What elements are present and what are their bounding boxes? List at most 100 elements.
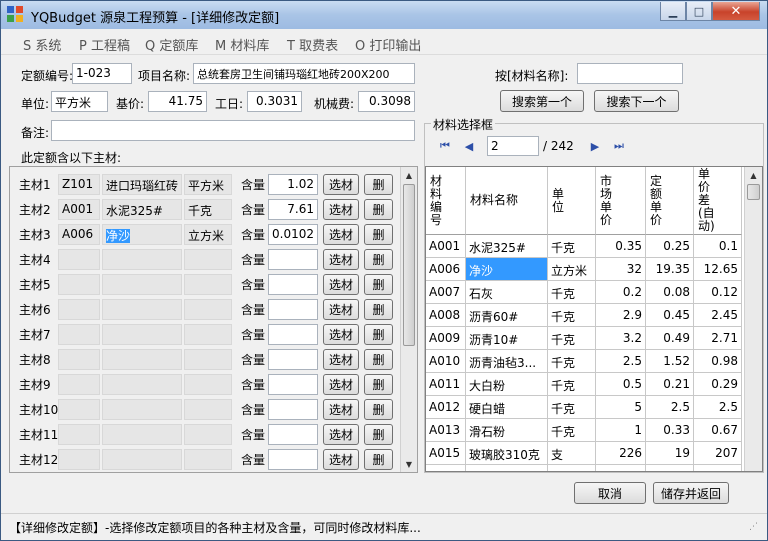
title-bar[interactable]: YQBudget 源泉工程预算 - [详细修改定额] ▁ □ ✕ (1, 1, 767, 29)
column-header-market-price[interactable]: 市场单价 (596, 167, 646, 235)
delete-material-button[interactable]: 删 (364, 299, 393, 320)
cell-market-price[interactable]: 2.5 (596, 350, 646, 373)
note-field[interactable] (51, 120, 415, 141)
cell-unit[interactable]: 支 (548, 442, 596, 465)
cell-quota-price[interactable] (646, 465, 694, 471)
menu-fee-table[interactable]: T 取费表 (287, 35, 338, 54)
pick-material-button[interactable]: 选材 (323, 349, 359, 370)
cell-market-price[interactable]: 1 (596, 419, 646, 442)
material-unit-field[interactable] (184, 299, 232, 320)
material-unit-field[interactable] (184, 399, 232, 420)
material-code-field[interactable]: A006 (58, 224, 100, 245)
cell-price-diff[interactable]: 2.45 (694, 304, 742, 327)
quantity-field[interactable]: 0.0102 (268, 224, 318, 245)
table-row[interactable]: A008 沥青60# 千克 2.9 0.45 2.45 (426, 304, 744, 327)
table-row[interactable]: A010 沥青油毡3... 千克 2.5 1.52 0.98 (426, 350, 744, 373)
cell-code[interactable]: A016 (426, 465, 466, 471)
unit-field[interactable]: 平方米 (51, 91, 108, 112)
resize-grip-icon[interactable]: ⋰ (749, 522, 758, 532)
cell-code[interactable]: A009 (426, 327, 466, 350)
material-code-field[interactable]: Z101 (58, 174, 100, 195)
cell-code[interactable]: A011 (426, 373, 466, 396)
column-header-price-diff[interactable]: 单价差(自动) (694, 167, 742, 235)
grid-scroll-up-icon[interactable]: ▲ (745, 167, 762, 183)
cancel-button[interactable]: 取消 (574, 482, 646, 504)
quantity-field[interactable] (268, 424, 318, 445)
material-name-field[interactable] (102, 449, 182, 470)
cell-name[interactable]: 滑石粉 (466, 419, 548, 442)
quantity-field[interactable] (268, 349, 318, 370)
material-unit-field[interactable]: 立方米 (184, 224, 232, 245)
quantity-field[interactable] (268, 249, 318, 270)
quantity-field[interactable] (268, 274, 318, 295)
close-icon[interactable]: ✕ (712, 2, 760, 21)
cell-name[interactable]: 净沙 (466, 258, 548, 281)
search-next-button[interactable]: 搜索下一个 (594, 90, 679, 112)
pick-material-button[interactable]: 选材 (323, 299, 359, 320)
save-and-return-button[interactable]: 储存并返回 (653, 482, 729, 504)
table-row[interactable]: A013 滑石粉 千克 1 0.33 0.67 (426, 419, 744, 442)
cell-code[interactable]: A008 (426, 304, 466, 327)
menu-system[interactable]: S 系统 (23, 35, 61, 54)
material-name-field[interactable] (102, 249, 182, 270)
menu-project[interactable]: P 工程稿 (79, 35, 130, 54)
pick-material-button[interactable]: 选材 (323, 424, 359, 445)
cell-price-diff[interactable] (694, 465, 742, 471)
quantity-field[interactable]: 1.02 (268, 174, 318, 195)
cell-market-price[interactable]: 0.2 (596, 281, 646, 304)
cell-name[interactable]: 沥青10# (466, 327, 548, 350)
table-row[interactable]: A007 石灰 千克 0.2 0.08 0.12 (426, 281, 744, 304)
material-code-field[interactable] (58, 424, 100, 445)
material-name-field[interactable] (102, 299, 182, 320)
cell-unit[interactable]: 千克 (548, 281, 596, 304)
material-code-field[interactable] (58, 274, 100, 295)
delete-material-button[interactable]: 删 (364, 399, 393, 420)
cell-market-price[interactable]: 226 (596, 442, 646, 465)
cell-code[interactable]: A001 (426, 235, 466, 258)
material-unit-field[interactable] (184, 449, 232, 470)
cell-unit[interactable]: 千克 (548, 304, 596, 327)
material-unit-field[interactable] (184, 249, 232, 270)
column-header-code[interactable]: 材料编号 (426, 167, 466, 235)
cell-market-price[interactable]: 32 (596, 258, 646, 281)
material-name-field[interactable] (102, 374, 182, 395)
quantity-field[interactable] (268, 299, 318, 320)
cell-name[interactable]: 大白粉 (466, 373, 548, 396)
scroll-thumb[interactable] (403, 184, 415, 346)
table-row[interactable]: A006 净沙 立方米 32 19.35 12.65 (426, 258, 744, 281)
cell-price-diff[interactable]: 0.98 (694, 350, 742, 373)
cell-market-price[interactable] (596, 465, 646, 471)
pick-material-button[interactable]: 选材 (323, 274, 359, 295)
cell-market-price[interactable]: 0.35 (596, 235, 646, 258)
cell-code[interactable]: A012 (426, 396, 466, 419)
cell-quota-price[interactable]: 19 (646, 442, 694, 465)
cell-price-diff[interactable]: 0.1 (694, 235, 742, 258)
cell-name[interactable] (466, 465, 548, 471)
material-name-field[interactable] (102, 399, 182, 420)
pick-material-button[interactable]: 选材 (323, 449, 359, 470)
column-header-unit[interactable]: 单位 (548, 167, 596, 235)
prev-page-icon[interactable]: ◀ (461, 138, 477, 154)
cell-name[interactable]: 玻璃胶310克 (466, 442, 548, 465)
quota-code-field[interactable]: 1-023 (72, 63, 132, 84)
delete-material-button[interactable]: 删 (364, 274, 393, 295)
cell-name[interactable]: 沥青60# (466, 304, 548, 327)
cell-unit[interactable]: 千克 (548, 350, 596, 373)
material-code-field[interactable] (58, 324, 100, 345)
delete-material-button[interactable]: 删 (364, 349, 393, 370)
delete-material-button[interactable]: 删 (364, 374, 393, 395)
column-header-quota-price[interactable]: 定额单价 (646, 167, 694, 235)
cell-code[interactable]: A006 (426, 258, 466, 281)
material-unit-field[interactable] (184, 349, 232, 370)
cell-market-price[interactable]: 5 (596, 396, 646, 419)
quantity-field[interactable]: 7.61 (268, 199, 318, 220)
cell-unit[interactable]: 千克 (548, 235, 596, 258)
delete-material-button[interactable]: 删 (364, 174, 393, 195)
cell-unit[interactable]: 千克 (548, 419, 596, 442)
scroll-down-icon[interactable]: ▼ (401, 456, 417, 472)
cell-quota-price[interactable]: 0.49 (646, 327, 694, 350)
material-code-field[interactable] (58, 249, 100, 270)
quantity-field[interactable] (268, 449, 318, 470)
menu-print-output[interactable]: O 打印输出 (355, 35, 421, 54)
cell-name[interactable]: 石灰 (466, 281, 548, 304)
